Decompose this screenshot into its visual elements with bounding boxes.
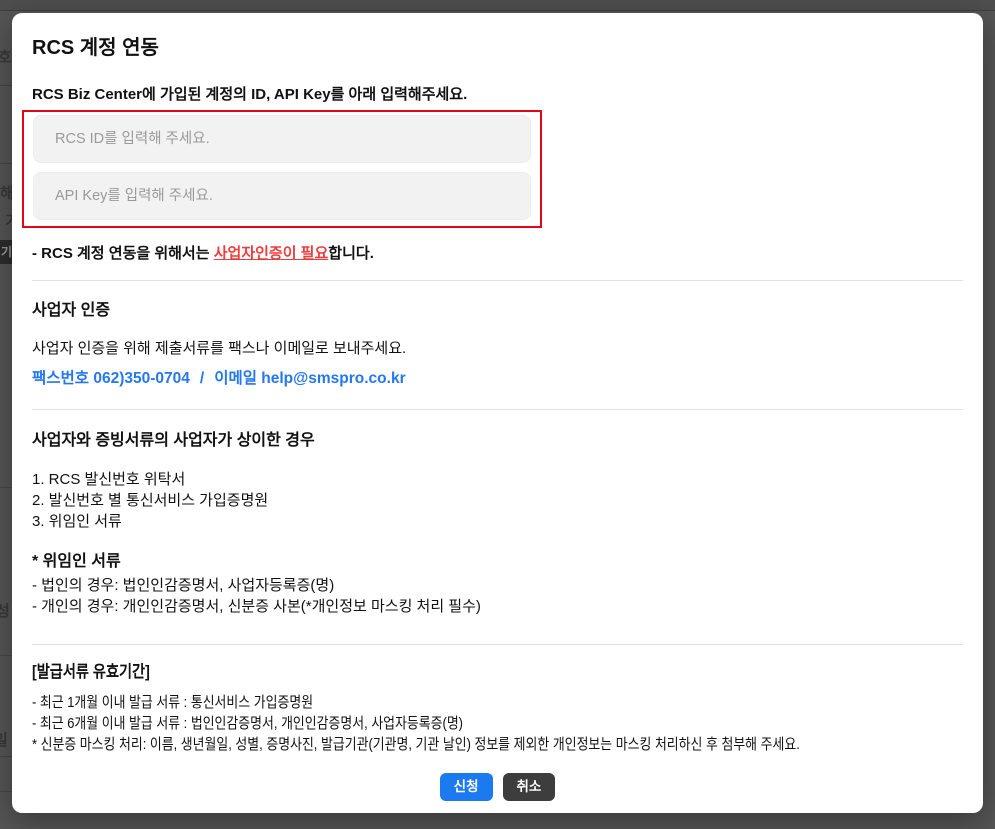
api-key-input[interactable] [33,172,531,220]
validity-list: - 최근 1개월 이내 발급 서류 : 통신서비스 가입증명원 - 최근 6개월… [32,692,963,755]
list-item: - 개인의 경우: 개인인감증명서, 신분증 사본(*개인정보 마스킹 처리 필… [32,596,963,617]
business-auth-heading: 사업자 인증 [32,301,963,320]
modal-footer-buttons: 신청 취소 [32,773,963,801]
different-business-heading: 사업자와 증빙서류의 사업자가 상이한 경우 [32,431,963,450]
list-item: * 신분증 마스킹 처리: 이름, 생년월일, 성별, 증명사진, 발급기관(기… [32,734,963,755]
submit-button[interactable]: 신청 [440,773,493,801]
list-item: - 법인의 경우: 법인인감증명서, 사업자등록증(명) [32,575,963,596]
note-suffix: 합니다. [328,245,374,262]
list-item: - 최근 6개월 이내 발급 서류 : 법인인감증명서, 개인인감증명서, 사업… [32,713,963,734]
modal-instruction: RCS Biz Center에 가입된 계정의 ID, API Key를 아래 … [32,86,963,104]
business-auth-link[interactable]: 사업자인증이 필요 [214,245,329,262]
section-divider [32,409,963,410]
section-divider [32,280,963,281]
section-divider [32,644,963,645]
validity-heading: [발급서류 유효기간] [32,662,963,682]
validity-section: [발급서류 유효기간] - 최근 1개월 이내 발급 서류 : 통신서비스 가입… [32,662,963,755]
fax-number: 팩스번호 062)350-0704 [32,370,190,387]
list-item: 2. 발신번호 별 통신서비스 가입증명원 [32,490,963,511]
list-item: - 최근 1개월 이내 발급 서류 : 통신서비스 가입증명원 [32,692,963,713]
contact-separator: / [200,370,204,387]
required-docs-list: 1. RCS 발신번호 위탁서 2. 발신번호 별 통신서비스 가입증명원 3.… [32,469,963,532]
list-item: 1. RCS 발신번호 위탁서 [32,469,963,490]
contact-line: 팩스번호 062)350-0704 / 이메일 help@smspro.co.kr [32,370,963,388]
credentials-highlight-box [22,110,542,228]
list-item: 3. 위임인 서류 [32,511,963,532]
modal-title: RCS 계정 연동 [32,36,963,60]
business-auth-note: - RCS 계정 연동을 위해서는 사업자인증이 필요합니다. [32,245,963,263]
cancel-button[interactable]: 취소 [503,773,556,801]
business-auth-body: 사업자 인증을 위해 제출서류를 팩스나 이메일로 보내주세요. [32,340,963,358]
note-prefix: - RCS 계정 연동을 위해서는 [32,245,214,262]
contact-email[interactable]: 이메일 help@smspro.co.kr [214,370,405,387]
delegate-docs-heading: * 위임인 서류 [32,552,963,571]
rcs-id-input[interactable] [33,115,531,163]
rcs-account-link-modal: RCS 계정 연동 RCS Biz Center에 가입된 계정의 ID, AP… [12,13,983,813]
page: { "modal": { "title": "RCS 계정 연동", "subt… [0,0,995,829]
delegate-docs-list: - 법인의 경우: 법인인감증명서, 사업자등록증(명) - 개인의 경우: 개… [32,575,963,617]
